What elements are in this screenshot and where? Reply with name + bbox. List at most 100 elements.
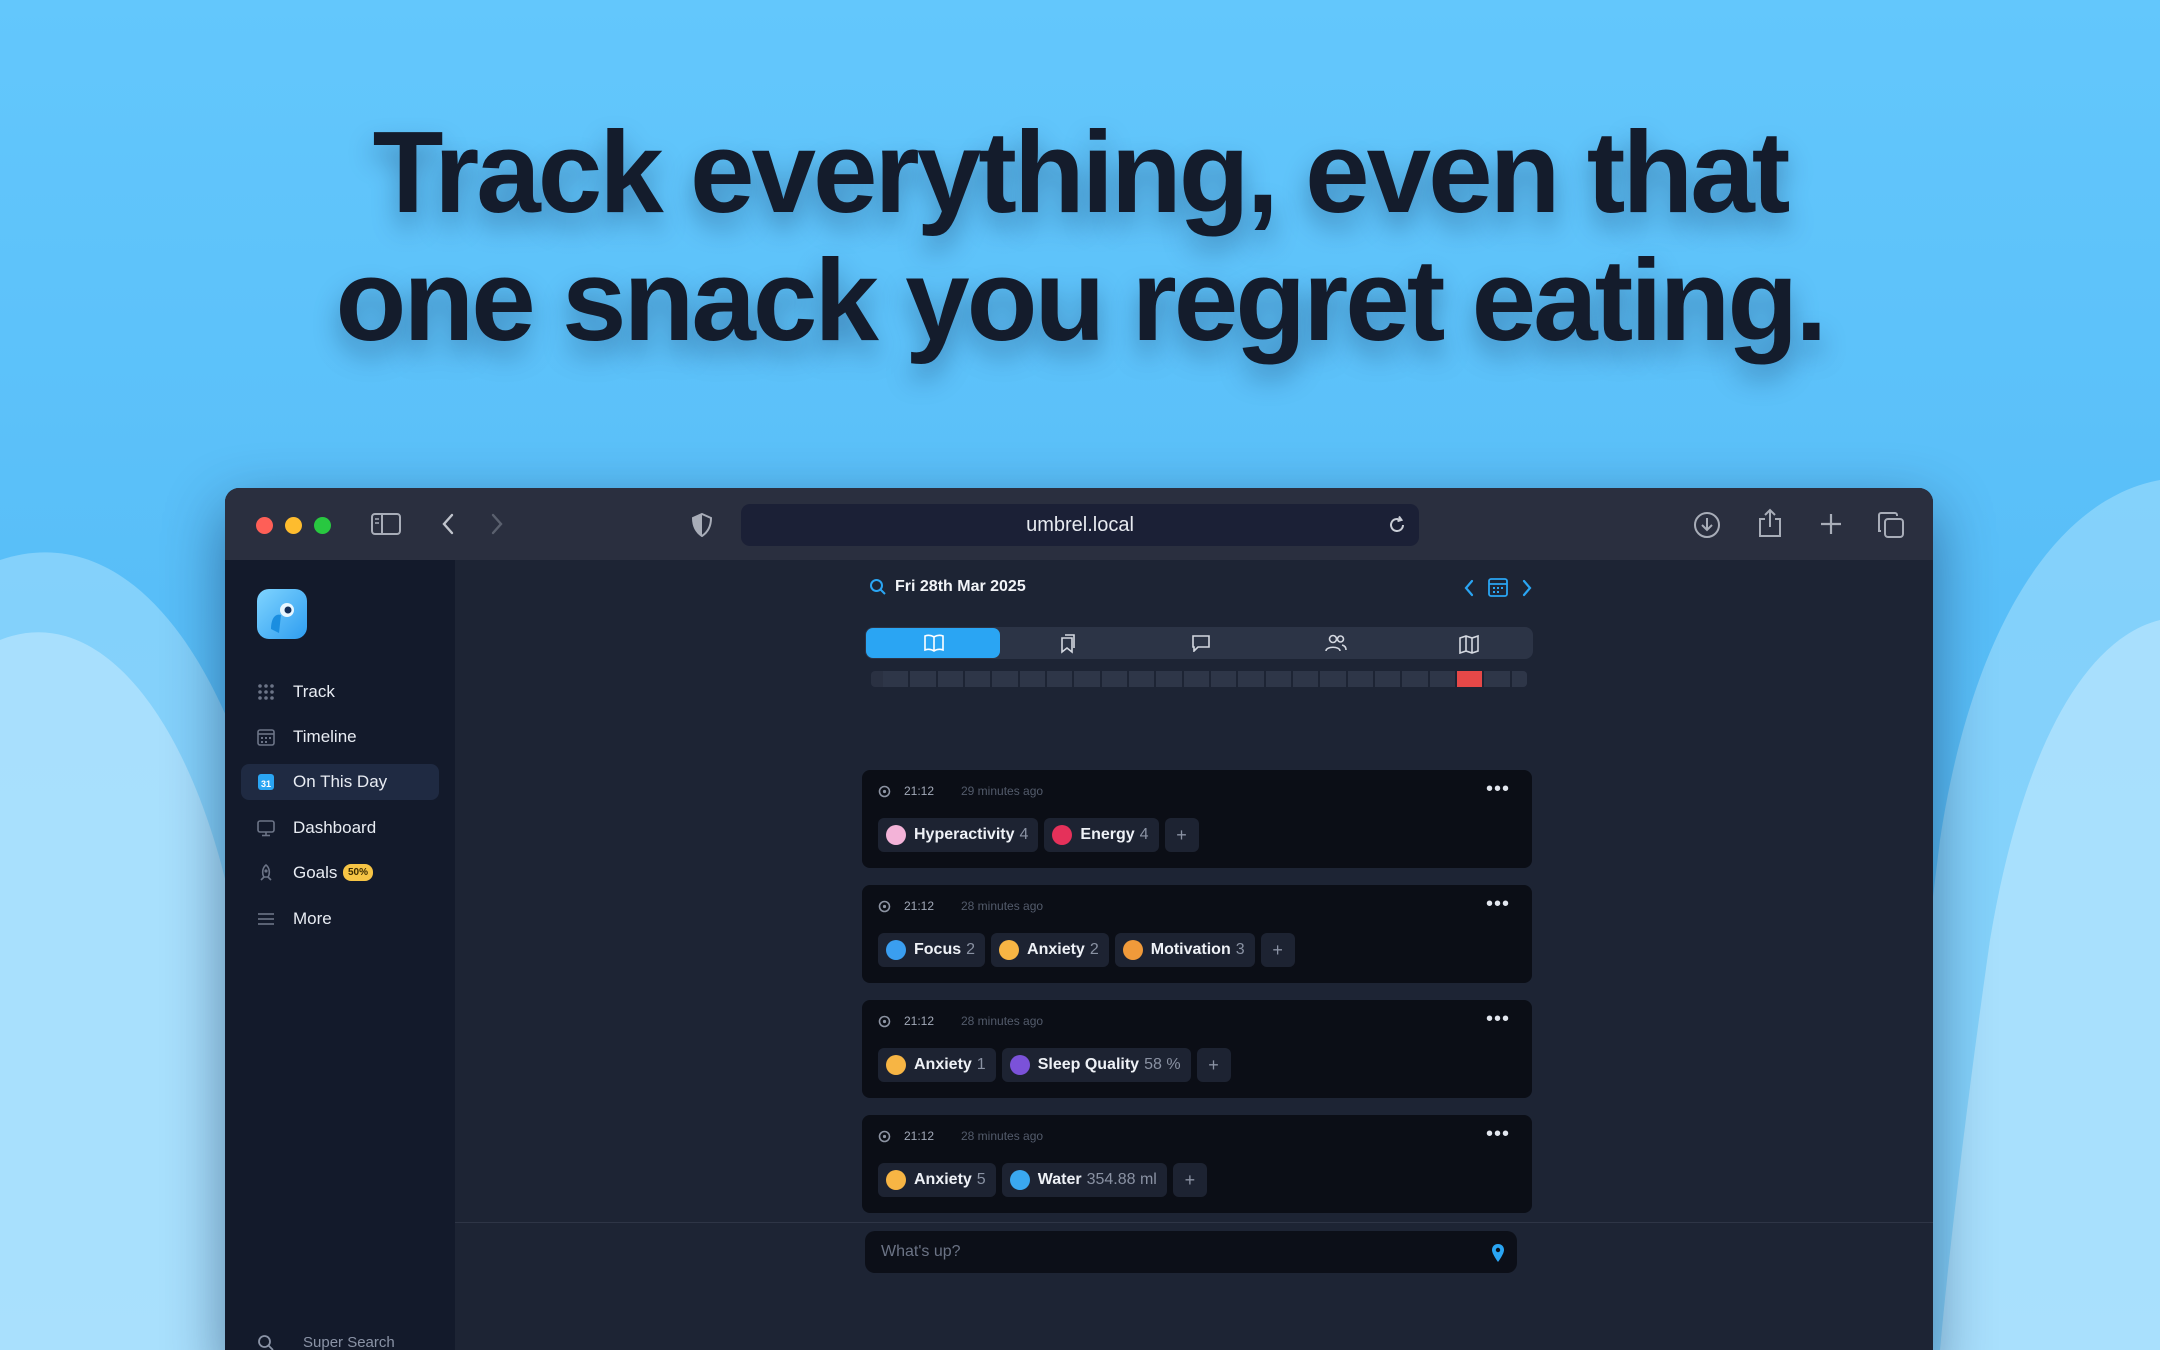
- add-tracker-button[interactable]: +: [1196, 1048, 1231, 1082]
- sidebar-item-timeline[interactable]: Timeline: [241, 719, 439, 755]
- tab-comments[interactable]: [1133, 628, 1267, 658]
- calendar-31-icon: 31: [258, 774, 274, 790]
- next-day-icon[interactable]: [1521, 579, 1533, 597]
- more-options-icon[interactable]: •••: [1486, 893, 1510, 916]
- tracker-chip[interactable]: Anxiety 2: [991, 933, 1109, 967]
- progress-segment: [1238, 671, 1266, 687]
- entry-card[interactable]: 21:12 28 minutes ago ••• Anxiety 5 Water 354.8…: [862, 1115, 1532, 1213]
- tracker-name: Anxiety: [914, 1056, 972, 1073]
- calendar-icon: [257, 729, 275, 746]
- sidebar-item-on-this-day[interactable]: 31 On This Day: [241, 764, 439, 800]
- location-pin-icon[interactable]: [1491, 1243, 1505, 1263]
- add-tracker-button[interactable]: +: [1260, 933, 1295, 967]
- entry-relative-time: 29 minutes ago: [961, 784, 1044, 798]
- headline-line-1: Track everything, even that: [372, 107, 1791, 237]
- address-bar[interactable]: umbrel.local: [741, 504, 1419, 546]
- tracker-emoji-icon: [886, 1170, 906, 1190]
- app-logo[interactable]: [257, 589, 307, 639]
- tracker-emoji-icon: [999, 940, 1020, 960]
- tracker-chip[interactable]: Sleep Quality 58 %: [1001, 1048, 1191, 1082]
- headline-line-2: one snack you regret eating.: [335, 235, 1828, 365]
- minimize-window-button[interactable]: [285, 517, 302, 534]
- sidebar-item-goals[interactable]: Goals 50%: [241, 855, 439, 891]
- entry-card[interactable]: 21:12 28 minutes ago ••• Anxiety 1 Sleep Qual…: [862, 1000, 1532, 1098]
- more-options-icon[interactable]: •••: [1486, 778, 1510, 801]
- sidebar-toggle-icon[interactable]: [371, 513, 401, 535]
- close-window-button[interactable]: [256, 517, 273, 534]
- forward-icon[interactable]: [490, 513, 504, 535]
- clock-icon: [878, 900, 891, 913]
- previous-day-icon[interactable]: [1463, 579, 1475, 597]
- day-progress-bar: [871, 671, 1527, 687]
- sidebar-item-more[interactable]: More: [241, 901, 439, 937]
- more-options-icon[interactable]: •••: [1486, 1008, 1510, 1031]
- back-icon[interactable]: [441, 513, 455, 535]
- reload-icon[interactable]: [1387, 515, 1407, 535]
- tracker-value: 4: [1019, 826, 1029, 843]
- progress-segment: [1320, 671, 1348, 687]
- current-date: Fri 28th Mar 2025: [895, 578, 1026, 595]
- tracker-name: Sleep Quality: [1037, 1056, 1140, 1073]
- browser-window: umbrel.local Track Timeline 31 On This D…: [225, 488, 1933, 1350]
- progress-segment: [1101, 671, 1129, 687]
- search-icon[interactable]: [869, 578, 887, 596]
- whats-up-input[interactable]: What's up?: [865, 1231, 1517, 1273]
- tab-map[interactable]: [1401, 628, 1535, 658]
- entry-time: 21:12: [904, 1129, 935, 1143]
- app-sidebar: Track Timeline 31 On This Day Dashboard …: [225, 560, 455, 1350]
- tab-journal[interactable]: [866, 628, 1000, 658]
- progress-segment: [1511, 671, 1527, 687]
- entry-card[interactable]: 21:12 29 minutes ago ••• Hyperactivity 4 Ener…: [862, 770, 1532, 868]
- sidebar-item-label: Track: [293, 682, 335, 701]
- tracker-chip[interactable]: Anxiety 1: [878, 1048, 996, 1082]
- privacy-shield-icon[interactable]: [691, 513, 713, 537]
- tab-people[interactable]: [1267, 628, 1401, 658]
- super-search-button[interactable]: Super Search: [257, 1334, 395, 1350]
- tracker-emoji-icon: [886, 940, 906, 960]
- entry-chips: Focus 2 Anxiety 2 Motivation 3 +: [878, 933, 1295, 967]
- entry-relative-time: 28 minutes ago: [961, 899, 1044, 913]
- sidebar-item-label: On This Day: [293, 772, 388, 791]
- tracker-name: Motivation: [1150, 941, 1231, 958]
- sidebar-item-track[interactable]: Track: [241, 674, 439, 710]
- add-tracker-button[interactable]: +: [1172, 1163, 1207, 1197]
- add-tracker-button[interactable]: +: [1164, 818, 1199, 852]
- map-icon: [1459, 634, 1479, 654]
- sidebar-item-dashboard[interactable]: Dashboard: [241, 810, 439, 846]
- tracker-chip[interactable]: Anxiety 5: [878, 1163, 996, 1197]
- entry-card[interactable]: 21:12 28 minutes ago ••• Focus 2 Anxiety 2 Moti…: [862, 885, 1532, 983]
- monitor-icon: [257, 820, 275, 837]
- progress-segment: [910, 671, 938, 687]
- grid-dots-icon: [258, 684, 274, 700]
- sidebar-item-label: Timeline: [293, 727, 357, 746]
- share-icon[interactable]: [1757, 508, 1783, 538]
- clock-icon: [878, 1015, 891, 1028]
- tab-overview-icon[interactable]: [1877, 511, 1905, 539]
- tracker-value: 58 %: [1144, 1056, 1181, 1073]
- entry-time: 21:12: [904, 899, 935, 913]
- progress-segment: [1156, 671, 1184, 687]
- progress-segment: [1484, 671, 1512, 687]
- new-tab-icon[interactable]: [1820, 513, 1842, 535]
- main-content: Fri 28th Mar 2025 21:12 29 minutes ago •…: [455, 560, 1933, 1350]
- tracker-chip[interactable]: Energy 4: [1044, 818, 1159, 852]
- tracker-emoji-icon: [1052, 825, 1073, 845]
- zoom-window-button[interactable]: [314, 517, 331, 534]
- tracker-name: Anxiety: [1027, 941, 1085, 958]
- sidebar-item-label: Dashboard: [293, 818, 377, 837]
- tracker-chip[interactable]: Water 354.88 ml: [1001, 1163, 1167, 1197]
- browser-toolbar: umbrel.local: [225, 488, 1933, 560]
- entry-chips: Anxiety 5 Water 354.88 ml +: [878, 1163, 1207, 1197]
- calendar-picker-icon[interactable]: [1488, 577, 1508, 597]
- search-icon: [258, 1335, 274, 1350]
- tracker-chip[interactable]: Hyperactivity 4: [878, 818, 1039, 852]
- tracker-chip[interactable]: Motivation 3: [1114, 933, 1255, 967]
- more-options-icon[interactable]: •••: [1486, 1123, 1510, 1146]
- downloads-icon[interactable]: [1693, 511, 1721, 539]
- tracker-chip[interactable]: Focus 2: [878, 933, 986, 967]
- headline: Track everything, even that one snack yo…: [0, 108, 2160, 364]
- progress-segment: [1429, 671, 1457, 687]
- progress-segment: [992, 671, 1020, 687]
- tab-bookmarks[interactable]: [999, 628, 1133, 658]
- tracker-emoji-icon: [886, 1055, 906, 1075]
